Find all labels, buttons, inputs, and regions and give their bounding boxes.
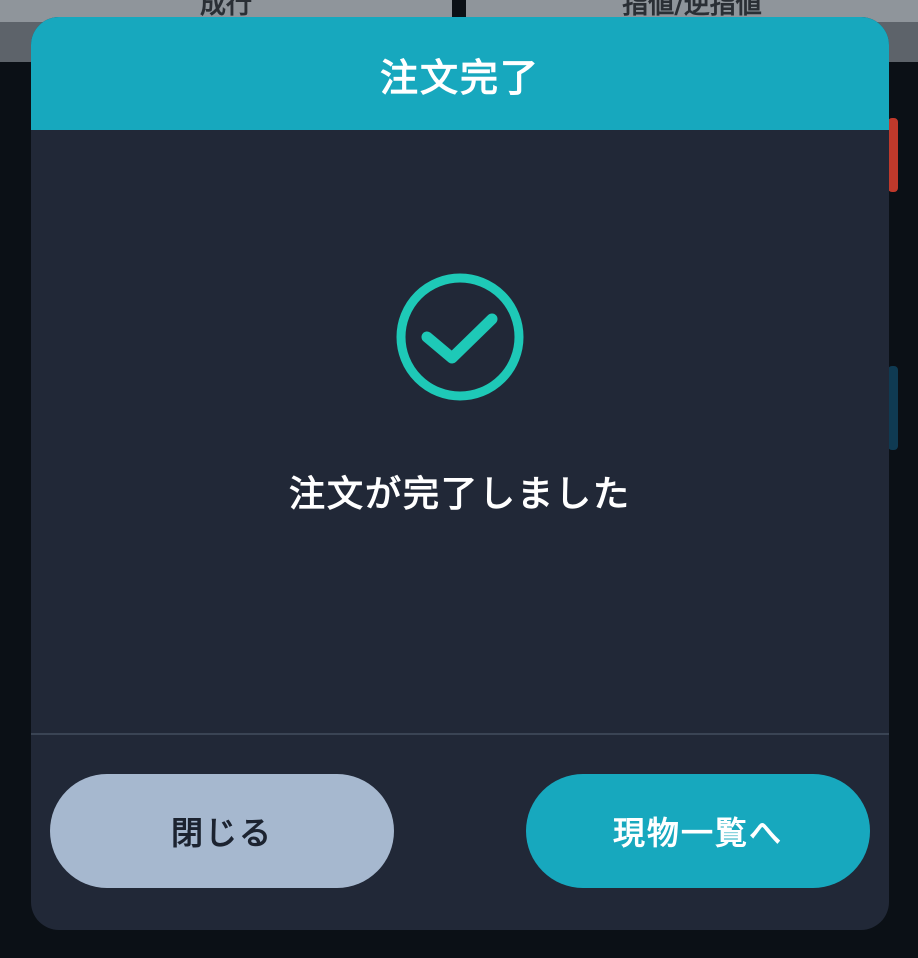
close-button[interactable]: 閉じる <box>50 774 394 888</box>
bg-buy-button-edge <box>888 366 898 450</box>
go-to-spot-list-label: 現物一覧へ <box>612 814 783 852</box>
dialog-header: 注文完了 <box>31 17 889 130</box>
go-to-spot-list-button[interactable]: 現物一覧へ <box>526 774 870 888</box>
completion-message: 注文が完了しました <box>288 474 631 515</box>
dialog-title: 注文完了 <box>379 56 540 100</box>
bg-sell-button-edge <box>888 118 898 192</box>
order-complete-dialog: 注文完了 注文が完了しました 閉じる 現物一覧へ <box>31 17 889 930</box>
check-circle-icon <box>396 273 524 401</box>
divider <box>31 733 889 735</box>
close-button-label: 閉じる <box>170 814 273 852</box>
